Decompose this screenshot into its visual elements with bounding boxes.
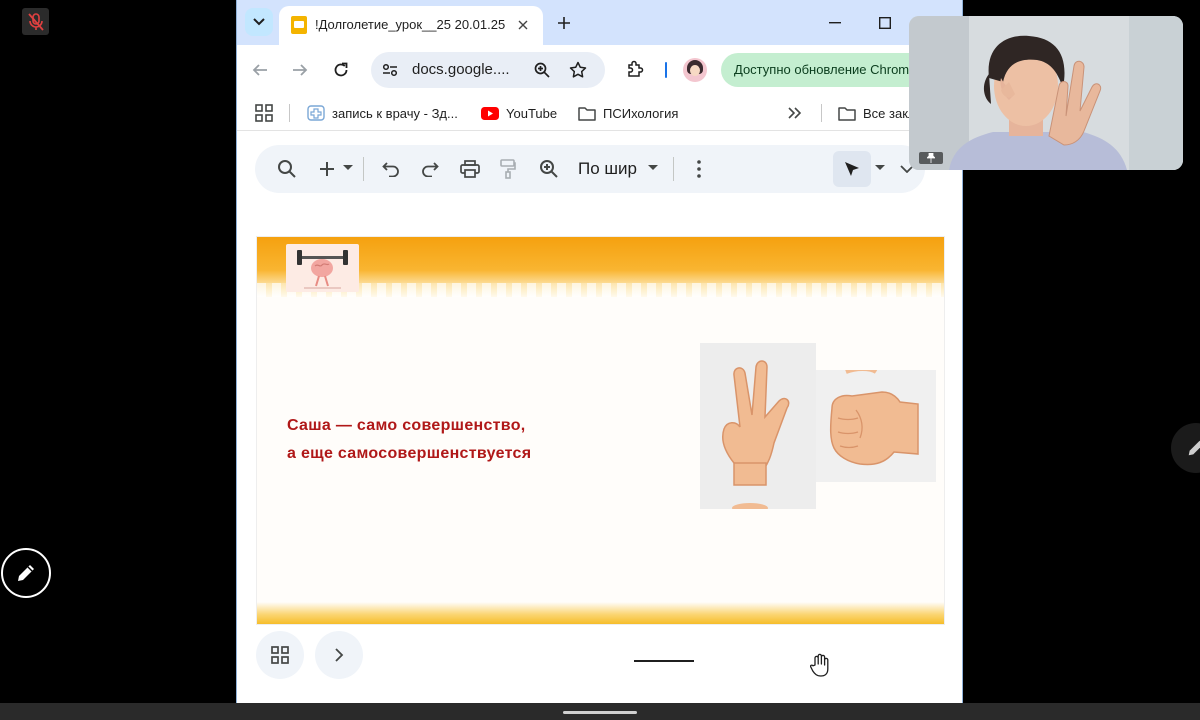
bookmarks-bar: запись к врачу - Зд... YouTube ПСИхологи…	[237, 95, 962, 131]
toolbar-divider	[363, 157, 364, 181]
brain-barbell-image	[286, 244, 359, 292]
folder-icon	[578, 105, 596, 121]
navigation-bar: docs.google.... Доступно обновление Chro…	[237, 45, 962, 95]
slide-caption-line-2: а еще самосовершенствуется	[287, 445, 532, 462]
print-icon[interactable]	[458, 157, 482, 181]
tab-search-button[interactable]	[245, 8, 273, 36]
undo-icon[interactable]	[379, 157, 403, 181]
chevron-right-icon	[335, 648, 344, 662]
google-slides-icon	[291, 16, 307, 34]
paint-format-icon[interactable]	[496, 157, 520, 181]
pointer-arrow-icon	[845, 162, 859, 176]
bookmark-star-icon[interactable]	[567, 59, 589, 81]
grid-view-button[interactable]	[256, 631, 304, 679]
zoom-icon[interactable]	[537, 157, 561, 181]
hand-three-fingers-image	[700, 343, 816, 513]
participant-video-tile[interactable]	[909, 16, 1183, 170]
pin-icon[interactable]	[919, 152, 943, 164]
extensions-icon[interactable]	[623, 57, 647, 81]
slide-caption: Саша — само совершенство, а еще самосове…	[287, 412, 531, 468]
reload-icon	[334, 62, 348, 77]
plus-icon	[320, 162, 334, 176]
search-icon[interactable]	[275, 157, 299, 181]
pencil-icon	[18, 565, 34, 581]
tab-strip: !Долголетие_урок__25 20.01.25	[237, 0, 962, 45]
bookmarks-overflow-icon[interactable]	[785, 103, 805, 123]
annotate-pen-button-right[interactable]	[1171, 423, 1200, 473]
arrow-left-icon	[252, 64, 267, 76]
folder-icon	[838, 105, 856, 121]
forward-button[interactable]	[287, 57, 313, 83]
next-slide-button[interactable]	[315, 631, 363, 679]
site-settings-icon[interactable]	[381, 61, 399, 79]
bookmark-item-youtube[interactable]: YouTube	[481, 103, 557, 123]
bookmark-item-doctor[interactable]: запись к врачу - Зд...	[307, 103, 458, 123]
slide-canvas[interactable]: Саша — само совершенство, а еще самосове…	[256, 236, 945, 625]
zoom-select[interactable]: По шир	[578, 159, 637, 179]
update-label: Доступно обновление Chrome	[734, 62, 917, 77]
bookmark-label: ПСИхология	[603, 105, 679, 121]
slide-bottom-banner	[257, 602, 944, 624]
bookmark-item-psychology[interactable]: ПСИхология	[578, 103, 678, 123]
taskbar-handle[interactable]	[563, 711, 637, 714]
apps-grid-icon[interactable]	[255, 104, 273, 122]
muted-mic-icon[interactable]	[22, 8, 49, 35]
bookmark-label: запись к врачу - Зд...	[332, 105, 458, 121]
youtube-icon	[481, 105, 499, 121]
address-bar[interactable]: docs.google....	[371, 52, 605, 88]
slide-progress-indicator	[634, 660, 694, 662]
zoom-dropdown-caret[interactable]	[648, 165, 658, 170]
hand-fist-image	[816, 367, 936, 482]
plus-icon	[558, 17, 570, 29]
add-dropdown-caret[interactable]	[343, 165, 353, 170]
health-icon	[307, 105, 325, 121]
pencil-icon	[1188, 440, 1200, 456]
browser-window: !Долголетие_урок__25 20.01.25 docs.googl…	[236, 0, 963, 703]
annotate-pen-button[interactable]	[1, 548, 51, 598]
maximize-button[interactable]	[871, 12, 899, 34]
select-tool-button[interactable]	[833, 151, 871, 187]
slide-top-banner	[257, 237, 944, 297]
bookmark-divider	[289, 104, 290, 122]
grid-icon	[271, 646, 289, 664]
toolbar-divider	[673, 157, 674, 181]
bookmark-label: YouTube	[506, 105, 558, 121]
url-text: docs.google....	[412, 61, 510, 78]
taskbar	[0, 703, 1200, 720]
close-icon[interactable]	[513, 15, 533, 35]
redo-icon[interactable]	[418, 157, 442, 181]
new-tab-button[interactable]	[551, 10, 577, 36]
toolbar-divider	[665, 62, 667, 78]
slides-viewer: По шир Саша — само совершенство, а еще с…	[237, 131, 962, 703]
hand-cursor-icon	[809, 653, 832, 677]
back-button[interactable]	[247, 57, 273, 83]
profile-avatar[interactable]	[683, 58, 707, 82]
select-dropdown-caret[interactable]	[875, 165, 885, 170]
viewer-toolbar: По шир	[255, 145, 925, 193]
arrow-right-icon	[293, 64, 308, 76]
minimize-button[interactable]	[821, 12, 849, 34]
tab-title: !Долголетие_урок__25 20.01.25	[315, 17, 505, 32]
participant-video-feed	[909, 16, 1183, 170]
more-options-icon[interactable]	[687, 157, 711, 181]
chevron-down-icon	[253, 18, 265, 26]
slide-caption-line-1: Саша — само совершенство,	[287, 417, 526, 434]
tab-active[interactable]: !Долголетие_урок__25 20.01.25	[279, 6, 543, 45]
bookmark-divider	[821, 104, 822, 122]
screen: !Долголетие_урок__25 20.01.25 docs.googl…	[0, 0, 1200, 720]
reload-button[interactable]	[328, 57, 354, 83]
add-button[interactable]	[315, 157, 339, 181]
zoom-icon[interactable]	[531, 59, 553, 81]
